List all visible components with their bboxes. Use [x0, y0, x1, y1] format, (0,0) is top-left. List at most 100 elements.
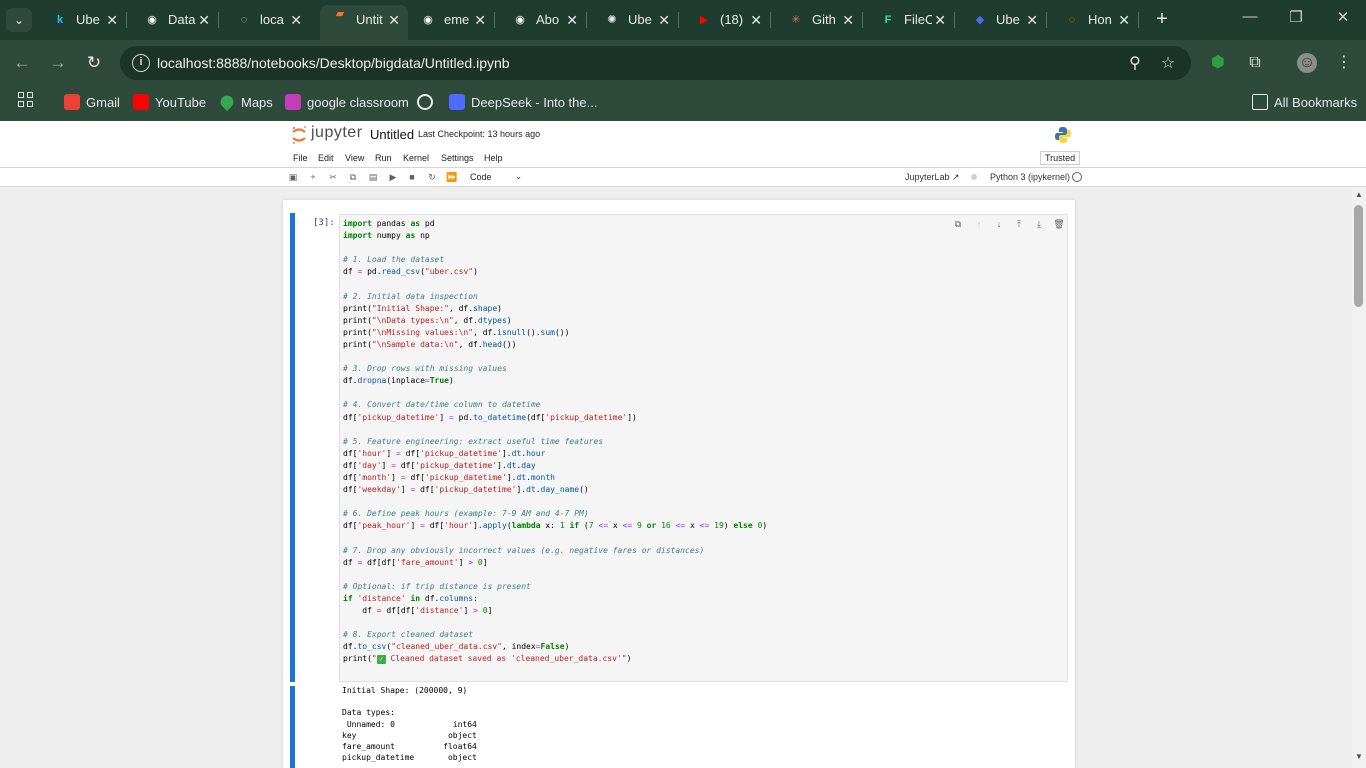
menu-run[interactable]: Run: [375, 153, 392, 163]
code-content: import pandas as pd import numpy as np #…: [343, 219, 768, 665]
output-collapse-bar[interactable]: [290, 686, 295, 768]
browser-tab[interactable]: ▶ (18) ✕: [684, 6, 771, 34]
delete-cell-icon[interactable]: 🗑: [1053, 218, 1065, 230]
file-icon: F: [884, 14, 892, 26]
kaggle-icon: k: [56, 14, 64, 26]
url-text[interactable]: localhost:8888/notebooks/Desktop/bigdata…: [157, 55, 510, 71]
tab-label: Hon: [1088, 12, 1112, 27]
close-tab-icon[interactable]: ✕: [566, 6, 578, 34]
browser-tab[interactable]: ✳ Gith ✕: [776, 6, 863, 34]
trusted-indicator[interactable]: Trusted: [1040, 151, 1081, 165]
youtube-icon: [133, 94, 149, 110]
browser-tab[interactable]: ✺ Ube ✕: [592, 6, 679, 34]
insert-below-icon[interactable]: ⤓: [1033, 218, 1045, 230]
menu-file[interactable]: File: [293, 153, 308, 163]
bookmark-star-icon[interactable]: ☆: [1158, 53, 1178, 73]
browser-menu-icon[interactable]: ⋮: [1334, 53, 1354, 73]
kernel-name[interactable]: Python 3 (ipykernel): [990, 172, 1070, 182]
move-down-icon[interactable]: ↓: [993, 218, 1005, 230]
output-line: key object: [342, 730, 477, 740]
browser-tab[interactable]: ◉ Data ✕: [132, 6, 219, 34]
scroll-down-icon[interactable]: ▼: [1354, 752, 1364, 761]
output-line: Initial Shape: (200000, 9): [342, 686, 468, 695]
close-window-icon[interactable]: ✕: [1328, 8, 1358, 26]
all-bookmarks-button[interactable]: All Bookmarks: [1252, 93, 1357, 113]
extensions-icon[interactable]: ⧉: [1245, 53, 1265, 73]
profile-avatar[interactable]: ☺: [1297, 53, 1317, 73]
new-tab-button[interactable]: +: [1150, 8, 1174, 32]
insert-above-icon[interactable]: ⤒: [1013, 218, 1025, 230]
duplicate-cell-icon[interactable]: ⧉: [952, 218, 964, 230]
reload-icon[interactable]: ↻: [82, 51, 106, 75]
run-icon[interactable]: ▶: [387, 171, 399, 183]
restart-icon[interactable]: ↻: [426, 171, 438, 183]
github-icon: ◉: [147, 14, 157, 26]
close-tab-icon[interactable]: ✕: [750, 6, 762, 34]
cell-type-select[interactable]: Code ⌄: [466, 170, 524, 184]
restore-icon[interactable]: ❐: [1281, 8, 1311, 26]
browser-tab[interactable]: ◌ Hon ✕: [1052, 6, 1139, 34]
close-tab-icon[interactable]: ✕: [1118, 6, 1130, 34]
close-tab-icon[interactable]: ✕: [474, 6, 486, 34]
loading-icon: ◌: [1068, 14, 1076, 26]
back-icon[interactable]: ←: [10, 51, 34, 75]
bookmark-item[interactable]: google classroom: [285, 93, 409, 113]
address-bar[interactable]: i localhost:8888/notebooks/Desktop/bigda…: [120, 46, 1191, 80]
copy-icon[interactable]: ⧉: [347, 171, 359, 183]
browser-tab[interactable]: ▰ Untit ✕: [320, 5, 408, 40]
browser-tab[interactable]: ◉ Abo ✕: [500, 6, 587, 34]
close-tab-icon[interactable]: ✕: [388, 6, 400, 34]
extension-shield-icon[interactable]: ⬢: [1208, 53, 1228, 73]
scrollbar-thumb[interactable]: [1354, 205, 1363, 307]
jupyter-logo-text[interactable]: jupyter: [311, 124, 363, 142]
bookmark-label: Gmail: [86, 95, 120, 110]
menu-help[interactable]: Help: [484, 153, 503, 163]
menu-edit[interactable]: Edit: [318, 153, 334, 163]
tab-separator: [770, 12, 771, 28]
minimize-icon[interactable]: —: [1235, 8, 1265, 25]
close-tab-icon[interactable]: ✕: [658, 6, 670, 34]
scroll-up-icon[interactable]: ▲: [1354, 190, 1364, 199]
bookmark-item[interactable]: Maps: [217, 92, 273, 113]
close-tab-icon[interactable]: ✕: [198, 6, 210, 34]
menu-kernel[interactable]: Kernel: [403, 153, 429, 163]
stop-icon[interactable]: ■: [406, 171, 418, 183]
cut-icon[interactable]: ✂: [327, 171, 339, 183]
move-up-icon[interactable]: ↑: [973, 218, 985, 230]
save-icon[interactable]: ▣: [287, 171, 299, 183]
browser-tab[interactable]: ◉ eme ✕: [408, 6, 495, 34]
check-emoji-icon: ✓: [376, 655, 386, 665]
apps-grid-icon[interactable]: [18, 92, 34, 108]
notebook-title[interactable]: Untitled: [370, 127, 414, 142]
execution-prompt: [3]:: [313, 218, 335, 228]
bookmark-item[interactable]: YouTube: [133, 93, 206, 113]
jupyterlab-link[interactable]: JupyterLab ↗: [905, 172, 960, 183]
zoom-icon[interactable]: ⚲: [1125, 53, 1145, 73]
tab-label: loca: [260, 12, 284, 27]
code-editor[interactable]: import pandas as pd import numpy as np #…: [339, 214, 1068, 682]
browser-tab[interactable]: F FileC ✕: [868, 6, 955, 34]
tab-separator: [862, 12, 863, 28]
close-tab-icon[interactable]: ✕: [842, 6, 854, 34]
insert-cell-icon[interactable]: +: [307, 171, 319, 183]
jupyter-logo-icon[interactable]: [290, 125, 308, 145]
fast-forward-icon[interactable]: ⏩: [446, 171, 458, 183]
close-tab-icon[interactable]: ✕: [290, 6, 302, 34]
browser-tab[interactable]: k Ube ✕: [40, 6, 127, 34]
bookmark-item[interactable]: Gmail: [64, 93, 120, 113]
close-tab-icon[interactable]: ✕: [106, 6, 118, 34]
bookmark-item[interactable]: DeepSeek - Into the...: [449, 93, 597, 113]
tab-search-button[interactable]: ⌄: [6, 8, 32, 32]
forward-icon[interactable]: →: [46, 51, 70, 75]
menu-settings[interactable]: Settings: [441, 153, 474, 163]
close-tab-icon[interactable]: ✕: [934, 6, 946, 34]
site-info-icon[interactable]: i: [132, 54, 150, 72]
close-tab-icon[interactable]: ✕: [1026, 6, 1038, 34]
paste-icon[interactable]: ▤: [367, 171, 379, 183]
menu-view[interactable]: View: [345, 153, 364, 163]
browser-tab[interactable]: ◌ loca ✕: [224, 6, 310, 34]
browser-tab[interactable]: ◆ Ube ✕: [960, 6, 1047, 34]
bookmark-item[interactable]: [417, 93, 439, 113]
output-line: pickup_datetime object: [342, 753, 477, 763]
output-line: Data types:: [342, 708, 395, 718]
